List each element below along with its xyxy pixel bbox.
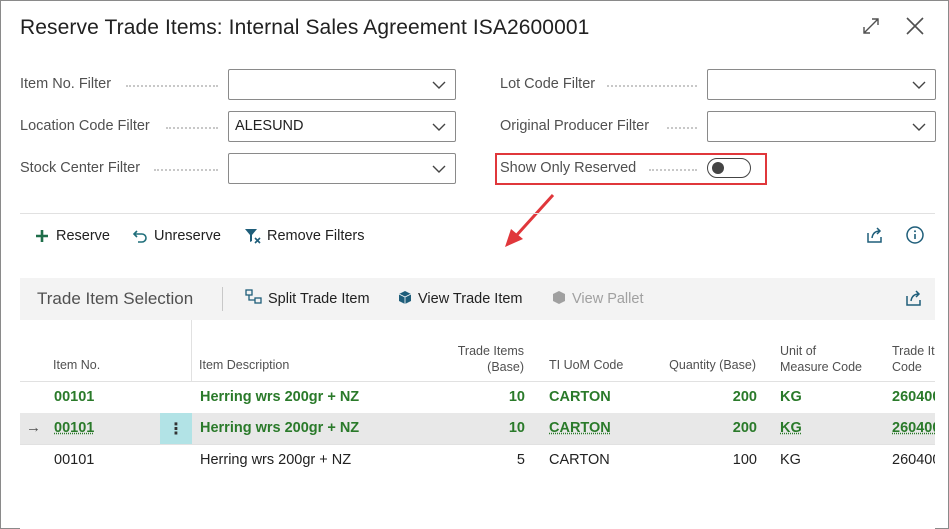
chevron-down-icon — [432, 165, 446, 173]
cell-unit-of-measure[interactable]: KG — [780, 420, 802, 436]
annotation-highlight-box — [495, 153, 767, 185]
chevron-down-icon — [912, 81, 926, 89]
item-no-filter-field[interactable] — [228, 69, 456, 100]
dotted-leader — [154, 169, 218, 171]
pallet-icon — [551, 289, 567, 309]
cell-unit-of-measure: KG — [780, 452, 801, 468]
chevron-down-icon — [432, 123, 446, 131]
cell-quantity-base: 200 — [732, 420, 757, 436]
original-producer-filter-label: Original Producer Filter — [500, 118, 650, 134]
cell-ti-uom-code[interactable]: CARTON — [549, 420, 611, 436]
split-icon — [245, 289, 263, 309]
location-code-filter-label: Location Code Filter — [20, 118, 150, 134]
expand-icon[interactable] — [860, 15, 882, 37]
subpage-title: Trade Item Selection — [37, 289, 194, 308]
cell-item-no[interactable]: 00101 — [54, 389, 94, 405]
cell-trade-items-base: 5 — [516, 452, 525, 468]
reserve-trade-items-dialog: Reserve Trade Items: Internal Sales Agre… — [0, 0, 949, 529]
cell-trade-items-base: 10 — [508, 389, 525, 405]
view-pallet-button[interactable]: View Pallet — [551, 289, 643, 309]
table-row[interactable]: 00101 Herring wrs 200gr + NZ 10 CARTON 2… — [20, 382, 935, 413]
undo-icon — [131, 227, 149, 245]
dotted-leader — [607, 85, 697, 87]
annotation-arrow-icon — [505, 193, 555, 247]
cell-item-description: Herring wrs 200gr + NZ — [200, 452, 352, 468]
col-header-item-no[interactable]: Item No. — [53, 357, 100, 373]
reserve-button[interactable]: Reserve — [33, 227, 110, 245]
view-trade-item-label: View Trade Item — [418, 291, 523, 307]
col-header-line: Trade Items — [457, 344, 524, 358]
lot-code-filter-label: Lot Code Filter — [500, 76, 596, 92]
dialog-title: Reserve Trade Items: Internal Sales Agre… — [20, 16, 590, 39]
cell-ti-uom-code: CARTON — [549, 452, 610, 468]
cell-quantity-base: 100 — [732, 452, 757, 468]
cell-trade-item-code[interactable]: 260400 — [892, 420, 935, 436]
box-icon — [397, 289, 413, 309]
lot-code-filter-field[interactable] — [707, 69, 936, 100]
close-icon[interactable] — [904, 15, 926, 37]
cell-quantity-base: 200 — [732, 389, 757, 405]
col-header-trade-items-base[interactable]: Trade Items (Base) — [424, 343, 524, 375]
row-actions-menu-icon[interactable]: ⋮ — [160, 413, 192, 444]
divider — [222, 287, 223, 311]
cell-item-description: Herring wrs 200gr + NZ — [200, 420, 360, 436]
column-separator — [191, 320, 192, 381]
view-pallet-label: View Pallet — [572, 291, 644, 307]
title-controls — [860, 15, 926, 37]
stock-center-filter-field[interactable] — [228, 153, 456, 184]
trade-item-selection-part: Trade Item Selection Split Trade Item Vi… — [20, 278, 935, 529]
cell-trade-items-base: 10 — [508, 420, 525, 436]
reserve-label: Reserve — [56, 228, 110, 244]
cell-item-description: Herring wrs 200gr + NZ — [200, 389, 360, 405]
plus-icon — [33, 227, 51, 245]
split-trade-item-label: Split Trade Item — [268, 291, 370, 307]
cell-unit-of-measure: KG — [780, 389, 802, 405]
chevron-down-icon — [912, 123, 926, 131]
split-trade-item-button[interactable]: Split Trade Item — [245, 289, 370, 309]
unreserve-button[interactable]: Unreserve — [131, 227, 221, 245]
col-header-quantity-base[interactable]: Quantity (Base) — [640, 357, 756, 373]
original-producer-filter-field[interactable] — [707, 111, 936, 142]
col-header-ti-uom-code[interactable]: TI UoM Code — [549, 357, 623, 373]
cell-trade-item-code: 260400 — [892, 452, 935, 468]
info-icon[interactable] — [905, 225, 925, 245]
col-header-line: Code — [892, 360, 922, 374]
cell-ti-uom-code: CARTON — [549, 389, 611, 405]
col-header-line: Trade Ite — [892, 344, 935, 358]
table-row-selected[interactable]: → 00101 ⋮ Herring wrs 200gr + NZ 10 CART… — [20, 413, 935, 444]
location-code-filter-value: ALESUND — [235, 118, 304, 134]
cell-item-no[interactable]: 00101 — [54, 420, 94, 436]
share-icon[interactable] — [865, 225, 885, 245]
dotted-leader — [667, 127, 697, 129]
cell-trade-item-code: 260400 — [892, 389, 935, 405]
col-header-unit-of-measure[interactable]: Unit of Measure Code — [780, 343, 862, 375]
dotted-leader — [126, 85, 218, 87]
col-header-line: (Base) — [487, 360, 524, 374]
view-trade-item-button[interactable]: View Trade Item — [397, 289, 523, 309]
col-header-line: Unit of — [780, 344, 817, 358]
cell-item-no[interactable]: 00101 — [54, 452, 94, 468]
trade-items-table: Item No. Item Description Trade Items (B… — [20, 320, 935, 529]
filter-clear-icon — [244, 227, 262, 245]
unreserve-label: Unreserve — [154, 228, 221, 244]
divider — [20, 213, 935, 214]
col-header-item-description[interactable]: Item Description — [199, 357, 289, 373]
share-icon[interactable] — [904, 288, 924, 308]
item-no-filter-label: Item No. Filter — [20, 76, 112, 92]
chevron-down-icon — [432, 81, 446, 89]
col-header-trade-item-code[interactable]: Trade Ite Code — [892, 343, 935, 375]
location-code-filter-field[interactable]: ALESUND — [228, 111, 456, 142]
col-header-line: Measure Code — [780, 360, 862, 374]
remove-filters-label: Remove Filters — [267, 228, 365, 244]
remove-filters-button[interactable]: Remove Filters — [244, 227, 365, 245]
table-row[interactable]: 00101 Herring wrs 200gr + NZ 5 CARTON 10… — [20, 445, 935, 476]
row-pointer-icon: → — [26, 419, 41, 436]
dotted-leader — [166, 127, 218, 129]
stock-center-filter-label: Stock Center Filter — [20, 160, 141, 176]
